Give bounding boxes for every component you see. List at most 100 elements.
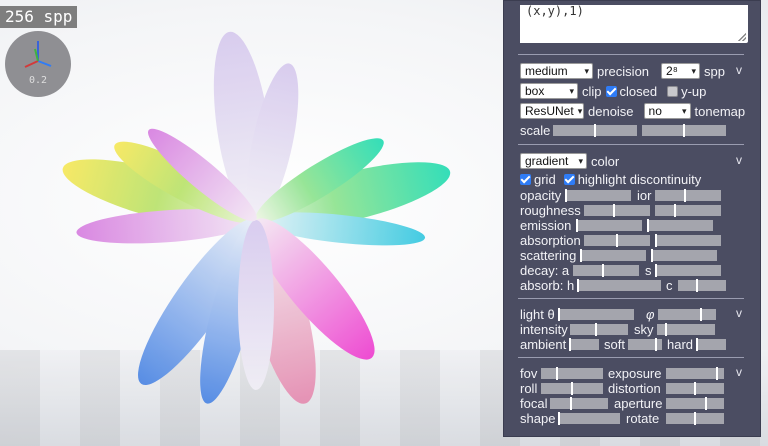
chevron-down-icon: ▾ <box>577 105 583 116</box>
aperture-slider[interactable] <box>666 396 724 410</box>
shape-slider[interactable] <box>558 411 620 425</box>
light-theta-slider[interactable] <box>558 307 634 321</box>
color-row: gradient ▾ color <box>520 152 623 170</box>
slider-thumb[interactable] <box>655 337 658 351</box>
yup-checkbox[interactable] <box>667 85 679 97</box>
slider-thumb[interactable] <box>580 248 582 262</box>
soft-label: soft <box>604 336 625 352</box>
precision-label: precision <box>597 63 650 79</box>
flower-surface-render <box>62 31 451 404</box>
denoise-row: ResUNet ▾ denoise no ▾ tonemap <box>520 102 749 120</box>
spp-select[interactable]: 2⁸ ▾ <box>661 63 701 79</box>
rotate-slider[interactable] <box>666 411 724 425</box>
opacity-slider[interactable] <box>565 188 631 202</box>
ambient-slider[interactable] <box>569 337 599 351</box>
absorb-c-slider[interactable] <box>678 278 726 292</box>
axes-icon <box>24 41 52 68</box>
axis-gizmo[interactable]: 0.2 <box>5 31 71 97</box>
precision-select[interactable]: medium ▾ <box>520 63 593 79</box>
slider-thumb[interactable] <box>612 203 615 217</box>
scale-row: scale <box>520 121 726 139</box>
color-select[interactable]: gradient ▾ <box>520 153 587 169</box>
slider-thumb[interactable] <box>696 337 698 351</box>
settings-panel: (x,y),1) medium ▾ precision 2⁸ ▾ spp v box… <box>503 0 761 437</box>
slider-thumb[interactable] <box>655 263 657 277</box>
sky-slider[interactable] <box>657 322 715 336</box>
slider-thumb[interactable] <box>571 381 573 395</box>
chevron-down-icon: ▾ <box>578 155 583 166</box>
slider-thumb[interactable] <box>647 218 649 232</box>
ior-slider[interactable] <box>655 188 721 202</box>
absorb-h-slider[interactable] <box>577 278 661 292</box>
fov-slider[interactable] <box>541 366 603 380</box>
yup-label: y-up <box>681 83 707 99</box>
decay-s-label: s <box>645 262 652 278</box>
slider-thumb[interactable] <box>595 322 598 336</box>
decay-s-slider[interactable] <box>655 263 721 277</box>
slider-thumb[interactable] <box>569 337 571 351</box>
slider-thumb[interactable] <box>665 322 668 336</box>
emission-slider[interactable] <box>576 218 642 232</box>
slider-thumb[interactable] <box>694 381 696 395</box>
slider-thumb[interactable] <box>674 203 677 217</box>
denoise-select[interactable]: ResUNet ▾ <box>520 103 584 119</box>
tonemap-select[interactable]: no ▾ <box>643 103 691 119</box>
light-phi-slider[interactable] <box>658 307 716 321</box>
slider-thumb[interactable] <box>700 307 702 321</box>
emission-slider-2[interactable] <box>647 218 713 232</box>
slider-thumb[interactable] <box>683 123 685 137</box>
slider-thumb[interactable] <box>601 263 604 277</box>
slider-thumb[interactable] <box>616 233 618 247</box>
intensity-slider[interactable] <box>570 322 628 336</box>
slider-thumb[interactable] <box>556 366 558 380</box>
tonemap-label: tonemap <box>694 103 746 119</box>
slider-thumb[interactable] <box>558 307 560 321</box>
slider-thumb[interactable] <box>569 396 572 410</box>
absorption-slider[interactable] <box>584 233 650 247</box>
light-collapse-toggle[interactable]: v <box>736 306 742 320</box>
roughness-slider[interactable] <box>584 203 650 217</box>
roughness-slider-2[interactable] <box>655 203 721 217</box>
closed-label: closed <box>619 83 658 99</box>
slider-thumb[interactable] <box>558 411 560 425</box>
slider-thumb[interactable] <box>716 366 719 380</box>
chevron-down-icon: ▾ <box>569 85 574 96</box>
material-collapse-toggle[interactable]: v <box>736 153 742 167</box>
ambient-label: ambient <box>520 336 567 352</box>
slider-thumb[interactable] <box>594 123 596 137</box>
spp-counter: 256 spp <box>0 6 78 28</box>
focal-slider[interactable] <box>550 396 608 410</box>
hard-label: hard <box>667 336 694 352</box>
slider-thumb[interactable] <box>577 278 579 292</box>
soft-slider[interactable] <box>628 337 662 351</box>
aperture-label: aperture <box>614 395 663 411</box>
scale-slider-2[interactable] <box>642 123 726 137</box>
decay-a-slider[interactable] <box>573 263 639 277</box>
distortion-slider[interactable] <box>666 381 724 395</box>
slider-thumb[interactable] <box>694 411 696 425</box>
resize-grip-icon[interactable] <box>738 33 746 41</box>
chevron-down-icon: ▾ <box>682 105 687 116</box>
code-editor[interactable]: (x,y),1) <box>520 5 748 43</box>
slider-thumb[interactable] <box>655 233 657 247</box>
scattering-slider-2[interactable] <box>651 248 717 262</box>
camera-collapse-toggle[interactable]: v <box>736 365 742 379</box>
grid-checkbox[interactable] <box>520 173 531 185</box>
slider-thumb[interactable] <box>565 188 567 202</box>
absorption-slider-2[interactable] <box>655 233 721 247</box>
slider-thumb[interactable] <box>651 248 653 262</box>
hard-slider[interactable] <box>696 337 726 351</box>
highlight-checkbox[interactable] <box>563 173 575 185</box>
scale-slider[interactable] <box>553 123 637 137</box>
divider <box>518 298 744 299</box>
closed-checkbox[interactable] <box>605 85 617 97</box>
slider-thumb[interactable] <box>696 278 699 292</box>
exposure-slider[interactable] <box>666 366 724 380</box>
slider-thumb[interactable] <box>683 188 686 202</box>
scattering-slider[interactable] <box>580 248 646 262</box>
slider-thumb[interactable] <box>576 218 578 232</box>
roll-slider[interactable] <box>541 381 603 395</box>
clip-select[interactable]: box ▾ <box>520 83 578 99</box>
render-collapse-toggle[interactable]: v <box>736 63 742 77</box>
slider-thumb[interactable] <box>705 396 708 410</box>
